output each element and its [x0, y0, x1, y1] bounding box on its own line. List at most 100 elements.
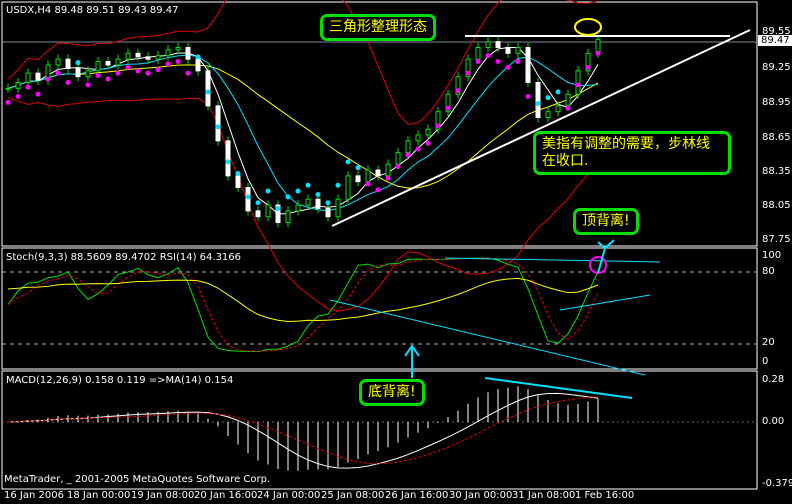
- sar-dot: [155, 67, 161, 73]
- sar-dot: [405, 152, 411, 158]
- sar-dot: [75, 60, 81, 66]
- sar-dot: [55, 70, 61, 76]
- candle-body: [305, 198, 311, 206]
- candle-body: [335, 198, 341, 218]
- sar-dot: [95, 73, 101, 79]
- candle-body: [505, 47, 511, 54]
- candle-body: [65, 58, 71, 70]
- sar-dot: [25, 84, 31, 90]
- sar-dot: [255, 200, 261, 206]
- sar-dot: [395, 164, 401, 170]
- time-tick: 1 Feb 16:00: [575, 490, 635, 501]
- macd-signal-line: [7, 392, 599, 469]
- stoch-panel-frame: [1, 247, 758, 370]
- rsi-divergence-line: [559, 294, 651, 311]
- rsi-line: [7, 277, 599, 322]
- candle-body: [225, 140, 231, 177]
- macd-title: MACD(12,26,9) 0.158 0.119 =>MA(14) 0.154: [6, 375, 234, 386]
- sar-dot: [135, 68, 141, 74]
- sar-dot: [475, 59, 481, 65]
- current-price-label: 89.47: [758, 35, 792, 46]
- candle-body: [475, 47, 481, 60]
- candle-body: [5, 87, 11, 90]
- candle-body: [345, 175, 351, 200]
- time-tick: 20 Jan 16:00: [194, 490, 258, 501]
- sar-dot: [65, 80, 71, 86]
- sar-dot: [465, 70, 471, 76]
- sar-dot: [185, 70, 191, 76]
- candle-body: [265, 204, 271, 218]
- stoch-tick: 0: [762, 356, 769, 367]
- stoch-tick: 100: [762, 250, 782, 261]
- price-tick: 88.05: [762, 200, 791, 211]
- sar-dot: [335, 182, 341, 188]
- macd-divergence-line: [484, 377, 633, 399]
- sar-dot: [275, 206, 281, 212]
- sar-dot: [375, 187, 381, 193]
- candle-body: [555, 105, 561, 113]
- sar-dot: [485, 53, 491, 59]
- candle-body: [15, 82, 21, 89]
- sar-dot: [455, 88, 461, 94]
- candle-body: [175, 47, 181, 51]
- sar-dot: [505, 64, 511, 70]
- time-tick: 16 Jan 2006: [4, 490, 64, 501]
- candle-body: [75, 68, 81, 78]
- time-tick: 18 Jan 00:00: [67, 490, 131, 501]
- top-divergence-annotation: 顶背离!: [573, 208, 639, 235]
- candle-body: [145, 56, 151, 60]
- macd-tick: 0.28: [762, 374, 785, 385]
- sar-dot: [305, 182, 311, 188]
- sar-dot: [365, 181, 371, 187]
- candle-body: [95, 61, 101, 72]
- candle-body: [125, 52, 131, 60]
- price-tick: 88.95: [762, 97, 791, 108]
- sar-dot: [115, 70, 121, 76]
- macd-ma-line: [7, 396, 599, 465]
- sar-dot: [595, 50, 601, 56]
- metatrader-chart-window: USDX,H4 89.48 89.51 89.43 89.47 Stoch(9,…: [0, 0, 792, 504]
- sar-dot: [285, 194, 291, 200]
- copyright-text: MetaTrader, _ 2001-2005 MetaQuotes Softw…: [4, 474, 271, 485]
- sar-dot: [225, 159, 231, 165]
- bottom-divergence-annotation: 底背离!: [359, 379, 425, 406]
- candle-body: [55, 58, 61, 66]
- candle-body: [545, 111, 551, 119]
- price-tick: 87.75: [762, 234, 791, 245]
- sar-dot: [295, 188, 301, 194]
- candle-body: [525, 47, 531, 84]
- support-trendline: [331, 29, 751, 227]
- stoch-title: Stoch(9,3,3) 88.5609 89.4702 RSI(14) 64.…: [6, 252, 242, 263]
- sar-dot: [555, 89, 561, 95]
- candle-body: [285, 210, 291, 224]
- candle-body: [235, 175, 241, 189]
- time-tick: 31 Jan 08:00: [512, 490, 576, 501]
- candle-body: [485, 41, 491, 49]
- sar-dot: [545, 95, 551, 101]
- candle-body: [165, 49, 171, 57]
- candle-body: [25, 72, 31, 84]
- candle-body: [115, 58, 121, 66]
- sar-dot: [345, 159, 351, 165]
- candle-body: [205, 70, 211, 107]
- time-tick: 30 Jan 00:00: [449, 490, 513, 501]
- candle-body: [395, 152, 401, 165]
- sar-dot: [245, 194, 251, 200]
- sar-dot: [425, 140, 431, 146]
- sar-dot: [535, 101, 541, 107]
- sar-dot: [355, 165, 361, 171]
- sar-dot: [495, 59, 501, 65]
- sar-dot: [215, 124, 221, 130]
- candle-body: [35, 72, 41, 81]
- main-chart-title: USDX,H4 89.48 89.51 89.43 89.47: [6, 5, 179, 16]
- ma-yellow: [7, 64, 599, 189]
- candle-body: [495, 41, 501, 49]
- stoch-tick: 20: [762, 337, 775, 348]
- ma-cyan: [7, 54, 599, 212]
- highlight-ellipse: [574, 18, 602, 36]
- candle-body: [375, 169, 381, 177]
- candle-body: [215, 105, 221, 142]
- sar-dot: [585, 64, 591, 70]
- sar-dot: [385, 175, 391, 181]
- sar-dot: [85, 82, 91, 88]
